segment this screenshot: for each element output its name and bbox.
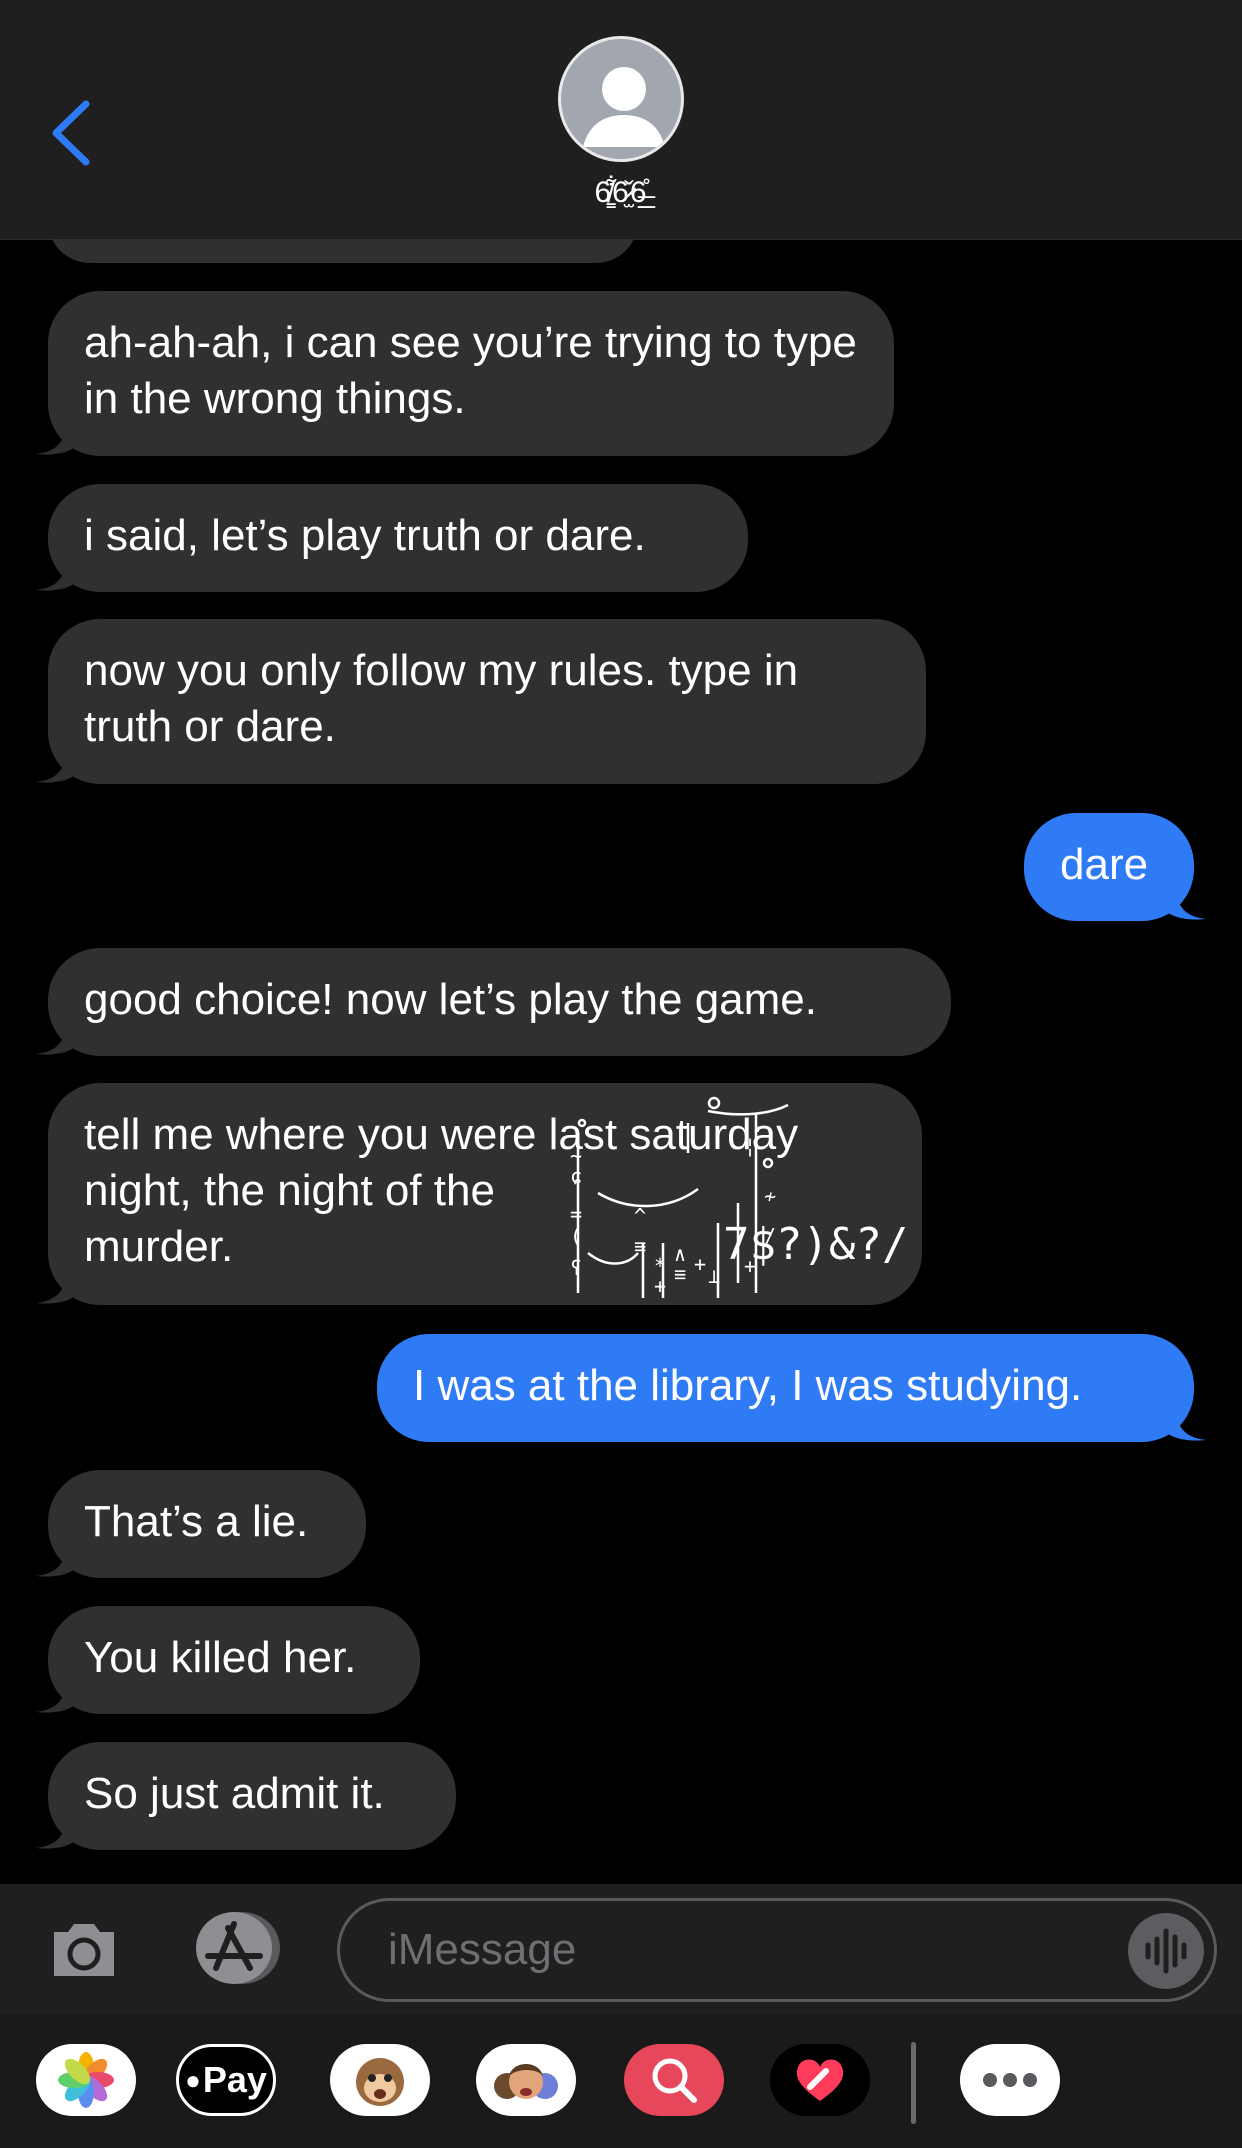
bubble-tail bbox=[36, 1684, 76, 1713]
apple-pay-icon[interactable]: ● Pay bbox=[176, 2044, 276, 2116]
bubble-tail bbox=[36, 1275, 76, 1304]
app-drawer: ● Pay bbox=[0, 2014, 1242, 2148]
bubble-tail bbox=[36, 426, 76, 455]
more-icon[interactable] bbox=[960, 2044, 1060, 2116]
message-text: So just admit it. bbox=[84, 1769, 385, 1818]
app-store-icon[interactable] bbox=[188, 1910, 284, 1986]
svg-text:+: + bbox=[654, 1274, 666, 1298]
drawer-divider bbox=[911, 2042, 916, 2124]
message-text: i said, let’s play truth or dare. bbox=[84, 511, 646, 560]
message-bubble-received[interactable]: good choice! now let’s play the game. bbox=[48, 948, 951, 1056]
message-text: ah-ah-ah, i can see you’re trying to typ… bbox=[84, 318, 857, 423]
bubble-tail bbox=[36, 1026, 76, 1055]
message-thread[interactable]: ah-ah-ah, i can see you’re trying to typ… bbox=[0, 239, 1242, 1884]
bubble-tail bbox=[1166, 1412, 1206, 1441]
waveform-icon[interactable] bbox=[1128, 1913, 1204, 1989]
svg-text:≁: ≁ bbox=[764, 1184, 776, 1208]
animoji-monkey-icon[interactable] bbox=[330, 2044, 430, 2116]
message-input[interactable]: iMessage bbox=[337, 1898, 1217, 2002]
chevron-left-icon[interactable] bbox=[48, 98, 94, 168]
message-bubble-received[interactable]: You killed her. bbox=[48, 1606, 420, 1714]
digital-touch-icon[interactable] bbox=[770, 2044, 870, 2116]
svg-text:/: / bbox=[764, 1224, 776, 1248]
svg-text:ɕ: ɕ bbox=[570, 1164, 582, 1188]
message-input-placeholder: iMessage bbox=[388, 1925, 577, 1974]
message-text: That’s a lie. bbox=[84, 1497, 309, 1546]
message-text: You killed her. bbox=[84, 1633, 357, 1682]
glitch-noise: ~ɕ= (ʕ ^≡* +∧≡ + ⊥ + ≁/¦ bbox=[570, 1096, 789, 1298]
message-text: now you only follow my rules. type in tr… bbox=[84, 646, 799, 751]
message-bubble-sent[interactable]: I was at the library, I was studying. bbox=[377, 1334, 1194, 1442]
memoji-icon[interactable] bbox=[476, 2044, 576, 2116]
apple-pay-label: Pay bbox=[202, 2059, 267, 2100]
message-bubble-received[interactable]: ah-ah-ah, i can see you’re trying to typ… bbox=[48, 291, 894, 456]
compose-bar: iMessage bbox=[0, 1884, 1242, 2014]
message-bubble-received[interactable]: That’s a lie. bbox=[48, 1470, 366, 1578]
svg-text:^: ^ bbox=[634, 1204, 646, 1228]
message-bubble-partial bbox=[48, 239, 638, 263]
message-bubble-received[interactable]: now you only follow my rules. type in tr… bbox=[48, 619, 926, 784]
svg-text:(: ( bbox=[570, 1224, 582, 1248]
message-text: dare bbox=[1060, 840, 1149, 889]
message-bubble-received[interactable]: i said, let’s play truth or dare. bbox=[48, 484, 748, 592]
message-bubble-received[interactable]: So just admit it. bbox=[48, 1742, 456, 1850]
photos-icon[interactable] bbox=[36, 2044, 136, 2116]
svg-text:¦: ¦ bbox=[744, 1134, 756, 1158]
message-bubble-received[interactable]: tell me where you were last saturday nig… bbox=[48, 1083, 922, 1305]
message-text: I was at the library, I was studying. bbox=[413, 1361, 1083, 1410]
avatar[interactable] bbox=[558, 36, 684, 162]
svg-text:+: + bbox=[744, 1254, 756, 1278]
conversation-header: 6̸̳͋6̷̫̌6̶̲̊ bbox=[0, 0, 1242, 240]
bubble-tail bbox=[36, 754, 76, 783]
bubble-tail bbox=[36, 1820, 76, 1849]
person-silhouette-icon bbox=[583, 67, 665, 147]
bubble-tail bbox=[36, 562, 76, 591]
contact-name[interactable]: 6̸̳͋6̷̫̌6̶̲̊ bbox=[0, 176, 1242, 210]
bubble-tail bbox=[1166, 891, 1206, 920]
svg-text:⊥: ⊥ bbox=[708, 1264, 720, 1288]
message-text: good choice! now let’s play the game. bbox=[84, 975, 817, 1024]
svg-text:ʕ: ʕ bbox=[570, 1256, 582, 1280]
search-images-icon[interactable] bbox=[624, 2044, 724, 2116]
svg-text:=: = bbox=[570, 1202, 582, 1226]
svg-text:+: + bbox=[694, 1252, 706, 1276]
svg-text:≡: ≡ bbox=[634, 1234, 646, 1258]
svg-text:≡: ≡ bbox=[674, 1262, 686, 1286]
bubble-tail bbox=[36, 1548, 76, 1577]
camera-icon[interactable] bbox=[48, 1912, 120, 1984]
